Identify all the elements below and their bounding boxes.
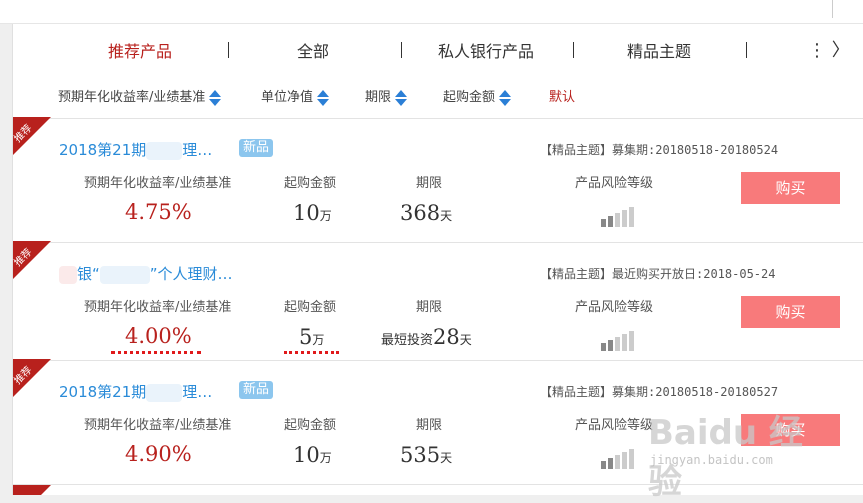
sort-default[interactable]: 默认 <box>549 86 575 105</box>
sort-bar: 预期年化收益率/业绩基准 单位净值 期限 起购金额 默认 <box>13 86 863 108</box>
min-amount-label: 起购金额 <box>284 176 337 191</box>
tabs-more-chevron-icon[interactable]: ⋮ 〉 <box>808 36 850 62</box>
tab-separator <box>573 42 574 58</box>
red-underline-annotation <box>284 351 339 355</box>
term-label: 期限 <box>416 176 443 191</box>
recommend-badge <box>13 485 51 495</box>
recommend-badge: 推荐 <box>13 359 51 399</box>
sort-amount-label: 起购金额 <box>443 90 496 105</box>
product-name-link[interactable]: 银“ ”个人理财… <box>59 263 233 284</box>
buy-button[interactable]: 购买 <box>741 296 840 328</box>
tab-separator <box>228 42 229 58</box>
min-amount-label: 起购金额 <box>284 418 337 433</box>
yield-label: 预期年化收益率/业绩基准 <box>84 300 232 315</box>
yield-label: 预期年化收益率/业绩基准 <box>84 176 232 191</box>
buy-button[interactable]: 购买 <box>741 414 840 446</box>
risk-label: 产品风险等级 <box>575 418 654 433</box>
sort-arrows-icon <box>499 89 512 107</box>
category-tabs: 推荐产品 全部 私人银行产品 精品主题 ⋮ 〉 <box>13 38 863 68</box>
tab-private-banking[interactable]: 私人银行产品 <box>438 38 534 62</box>
tab-recommended[interactable]: 推荐产品 <box>108 38 172 62</box>
tab-all[interactable]: 全部 <box>297 38 329 62</box>
sort-by-min-amount[interactable]: 起购金额 <box>443 86 512 107</box>
product-name-link[interactable]: 2018第21期 理… <box>59 381 212 402</box>
product-card: 推荐 2018第21期 理… 新品 【精品主题】募集期:20180518-2018… <box>13 359 863 479</box>
product-card: 推荐 2018第21期 理… 新品 【精品主题】募集期:20180518-2018… <box>13 117 863 237</box>
yield-value: 4.90% <box>125 442 192 466</box>
risk-level-bars-icon <box>601 207 637 227</box>
recommend-badge: 推荐 <box>13 117 51 157</box>
tab-separator <box>401 42 402 58</box>
risk-label: 产品风险等级 <box>575 300 654 315</box>
min-amount-value: 10万 <box>293 443 332 467</box>
product-info: 【精品主题】募集期:20180518-20180524 <box>540 143 779 157</box>
sort-by-yield[interactable]: 预期年化收益率/业绩基准 <box>58 86 222 107</box>
sort-yield-label: 预期年化收益率/业绩基准 <box>58 90 206 105</box>
sort-arrows-icon <box>317 89 330 107</box>
list-divider <box>13 484 863 485</box>
yield-label: 预期年化收益率/业绩基准 <box>84 418 232 433</box>
browser-top-bar <box>0 0 863 24</box>
sort-term-label: 期限 <box>365 90 392 105</box>
tab-separator <box>746 42 747 58</box>
top-bar-divider <box>832 0 833 18</box>
yield-value: 4.00% <box>125 324 192 348</box>
redacted-text <box>146 141 183 160</box>
sort-arrows-icon <box>395 89 408 107</box>
term-label: 期限 <box>416 418 443 433</box>
sort-by-nav[interactable]: 单位净值 <box>261 86 330 107</box>
product-list-page: 推荐产品 全部 私人银行产品 精品主题 ⋮ 〉 预期年化收益率/业绩基准 单位净… <box>12 24 863 495</box>
sort-nav-label: 单位净值 <box>261 90 314 105</box>
min-amount-value: 10万 <box>293 201 332 225</box>
red-underline-annotation <box>111 351 201 355</box>
yield-value: 4.75% <box>125 200 192 224</box>
risk-level-bars-icon <box>601 331 637 351</box>
new-product-tag: 新品 <box>239 139 274 157</box>
redacted-text <box>99 265 150 284</box>
product-card: 推荐 银“ ”个人理财… 【精品主题】最近购买开放日:2018-05-24 预期年… <box>13 241 863 361</box>
buy-button[interactable]: 购买 <box>741 172 840 204</box>
sort-arrows-icon <box>209 89 222 107</box>
risk-label: 产品风险等级 <box>575 176 654 191</box>
term-label: 期限 <box>416 300 443 315</box>
recommend-badge: 推荐 <box>13 241 51 281</box>
risk-level-bars-icon <box>601 449 637 469</box>
term-value: 535天 <box>400 443 453 467</box>
term-value: 最短投资28天 <box>381 325 472 349</box>
redacted-text <box>146 383 183 402</box>
new-product-tag: 新品 <box>239 381 274 399</box>
product-info: 【精品主题】最近购买开放日:2018-05-24 <box>540 267 776 281</box>
sort-by-term[interactable]: 期限 <box>365 86 408 107</box>
min-amount-label: 起购金额 <box>284 300 337 315</box>
min-amount-value: 5万 <box>299 325 325 349</box>
redacted-text <box>59 265 77 284</box>
tab-featured-themes[interactable]: 精品主题 <box>627 38 691 62</box>
product-info: 【精品主题】募集期:20180518-20180527 <box>540 385 779 399</box>
term-value: 368天 <box>400 201 453 225</box>
product-name-link[interactable]: 2018第21期 理… <box>59 139 212 160</box>
